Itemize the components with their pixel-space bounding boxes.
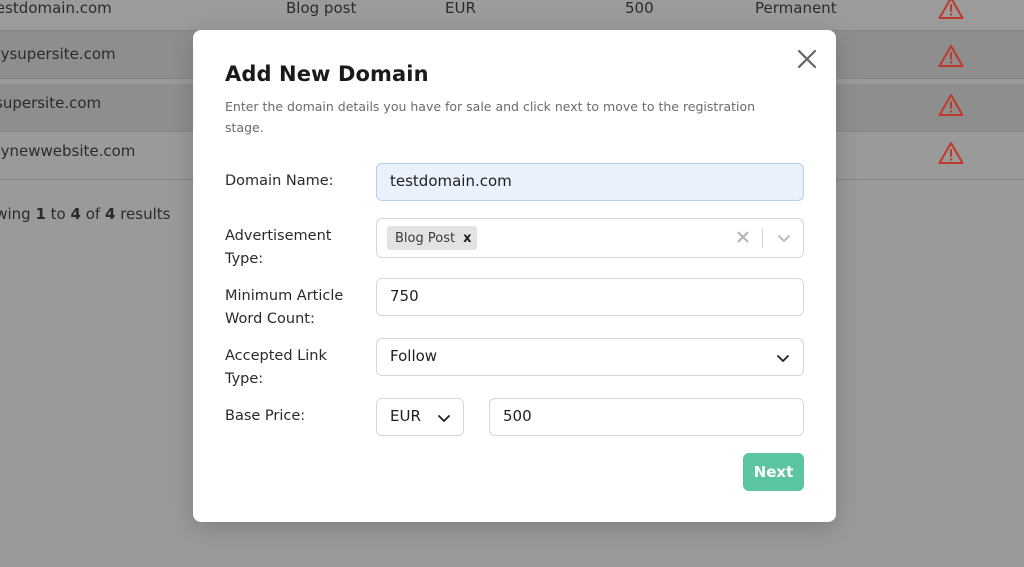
currency-value: EUR — [390, 407, 421, 425]
currency-select[interactable]: EUR — [376, 398, 464, 436]
showing-from: 1 — [35, 205, 46, 223]
showing-prefix: Showing — [0, 205, 31, 223]
type-cell: Blog post — [286, 0, 357, 17]
add-domain-modal: Add New Domain Enter the domain details … — [193, 30, 836, 522]
selected-tag-label: Blog Post — [395, 230, 456, 246]
min-word-count-label: Minimum Article Word Count: — [225, 288, 344, 327]
warning-triangle-icon[interactable] — [938, 0, 964, 20]
domain-name-label: Domain Name: — [225, 173, 334, 189]
price-cell: 500 — [625, 0, 654, 17]
showing-to: 4 — [70, 205, 81, 223]
clear-icon[interactable] — [735, 229, 751, 245]
currency-cell: EUR — [445, 0, 476, 17]
link-type-label: Accepted Link Type: — [225, 348, 327, 387]
showing-total: 4 — [104, 205, 116, 223]
warning-triangle-icon[interactable] — [938, 141, 964, 165]
modal-title: Add New Domain — [225, 62, 429, 86]
domain-cell: mysupersite.com — [0, 45, 116, 63]
tag-remove-icon[interactable]: x — [463, 231, 471, 246]
domain-cell: testdomain.com — [0, 0, 112, 17]
selected-tag: Blog Post x — [387, 226, 478, 250]
duration-cell: Permanent — [755, 0, 837, 17]
domain-cell: mynewwebsite.com — [0, 142, 136, 160]
domain-cell: supersite.com — [0, 94, 102, 112]
pagination-summary: Showing 1 to 4 of 4 results — [0, 205, 170, 223]
domain-name-value: testdomain.com — [390, 172, 512, 190]
warning-triangle-icon[interactable] — [938, 44, 964, 68]
modal-description: Enter the domain details you have for sa… — [225, 99, 756, 135]
chevron-down-icon[interactable] — [777, 231, 791, 245]
min-word-count-value: 750 — [390, 287, 419, 305]
base-price-value: 500 — [503, 407, 532, 425]
showing-of-word: of — [85, 205, 101, 223]
showing-suffix: results — [120, 205, 171, 223]
warning-triangle-icon[interactable] — [938, 93, 964, 117]
base-price-input[interactable]: 500 — [489, 398, 804, 436]
domain-name-input[interactable]: testdomain.com — [376, 163, 804, 201]
advertisement-type-label: Advertisement Type: — [225, 228, 332, 267]
link-type-select[interactable]: Follow — [376, 338, 804, 376]
link-type-value: Follow — [390, 347, 438, 365]
table-row: testdomain.com Blog post EUR 500 Permane… — [0, 0, 1024, 31]
chevron-down-icon — [777, 355, 789, 362]
advertisement-type-select[interactable]: Blog Post x — [376, 218, 804, 258]
close-icon[interactable] — [796, 48, 818, 70]
showing-to-word: to — [50, 205, 66, 223]
next-button[interactable]: Next — [743, 453, 804, 491]
chevron-down-icon — [438, 415, 450, 422]
select-separator — [762, 228, 763, 248]
base-price-label: Base Price: — [225, 408, 306, 424]
min-word-count-input[interactable]: 750 — [376, 278, 804, 316]
